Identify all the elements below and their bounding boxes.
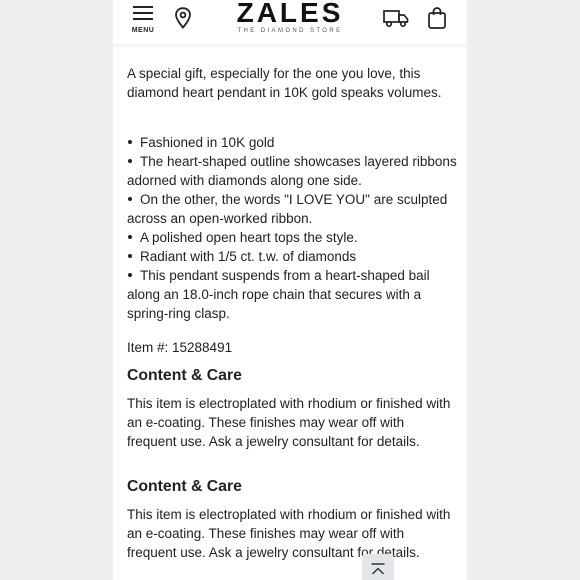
item-number: Item #: 15288491 (127, 340, 233, 355)
logo-tagline: THE DIAMOND STORE (237, 28, 343, 34)
feature-item: On the other, the words "I LOVE YOU" are… (127, 190, 457, 228)
chevron-up-icon (371, 563, 385, 575)
section-body: This item is electroplated with rhodium … (127, 507, 451, 560)
location-pin-icon[interactable] (174, 7, 192, 29)
feature-item: The heart-shaped outline showcases layer… (127, 154, 457, 188)
delivery-truck-icon[interactable] (383, 8, 409, 28)
menu-label: MENU (131, 27, 155, 34)
feature-item: A polished open heart tops the style. (127, 228, 457, 247)
logo-wordmark: ZALES (236, 0, 344, 28)
shopping-bag-icon[interactable] (427, 6, 447, 30)
mobile-page: MENU ZALES THE DIAMOND STORE A special g… (113, 0, 467, 580)
product-intro: A special gift, especially for the one y… (127, 66, 442, 100)
feature-item: Radiant with 1/5 ct. t.w. of diamonds (127, 247, 457, 266)
feature-item: Fashioned in 10K gold (127, 133, 457, 152)
product-details: A special gift, especially for the one y… (127, 64, 457, 580)
feature-list: Fashioned in 10K gold The heart-shaped o… (127, 133, 457, 323)
zales-logo[interactable]: ZALES THE DIAMOND STORE (231, 0, 349, 40)
section-body: This item is electroplated with rhodium … (127, 396, 451, 449)
feature-item: This pendant suspends from a heart-shape… (127, 266, 457, 323)
section-title: Content & Care (127, 478, 242, 495)
back-to-top-button[interactable] (362, 554, 394, 580)
hamburger-icon (133, 6, 153, 22)
section-title: Content & Care (127, 367, 242, 384)
site-header: MENU ZALES THE DIAMOND STORE (113, 0, 467, 44)
menu-button[interactable]: MENU (129, 4, 157, 36)
